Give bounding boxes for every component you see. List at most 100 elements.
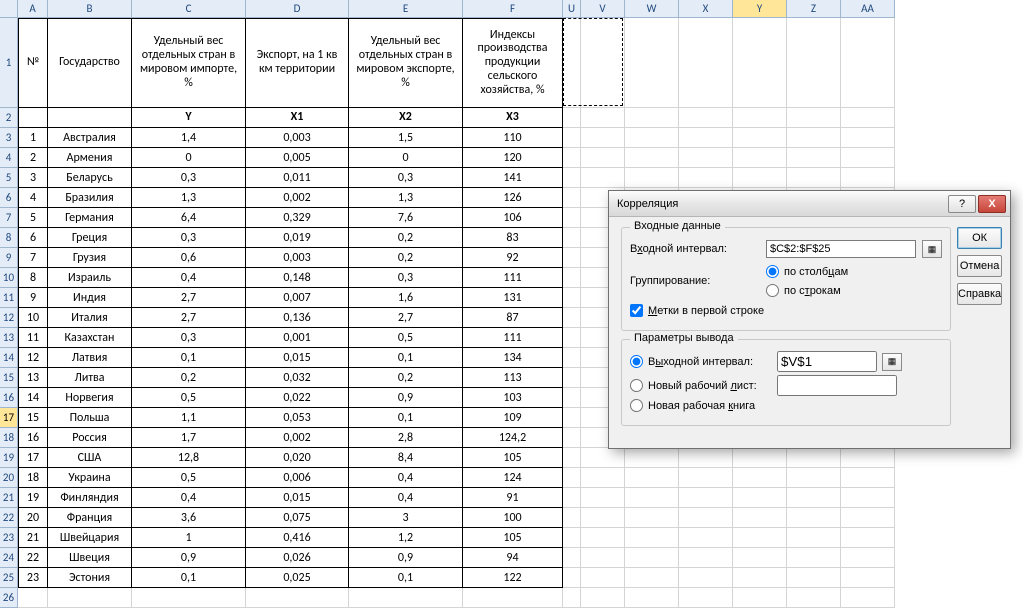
dialog-titlebar[interactable]: Корреляция ? X	[609, 191, 1010, 217]
cell-F5[interactable]: 141	[463, 168, 563, 188]
output-range-radio[interactable]: Выходной интервал: ▦	[630, 351, 942, 372]
cell-V21[interactable]	[581, 488, 625, 508]
cell-A18[interactable]: 16	[18, 428, 48, 448]
cell-AA2[interactable]	[841, 108, 895, 128]
row-header-26[interactable]: 26	[0, 588, 18, 608]
cell-A16[interactable]: 14	[18, 388, 48, 408]
cell-V26[interactable]	[581, 588, 625, 608]
cell-V25[interactable]	[581, 568, 625, 588]
cell-B7[interactable]: Германия	[48, 208, 132, 228]
cell-B8[interactable]: Греция	[48, 228, 132, 248]
new-book-radio[interactable]: Новая рабочая книга	[630, 399, 942, 412]
cell-Z20[interactable]	[787, 468, 841, 488]
var-C[interactable]: Y	[132, 108, 246, 128]
cell-W3[interactable]	[625, 128, 679, 148]
row-header-8[interactable]: 8	[0, 228, 18, 248]
col-header-D[interactable]: D	[246, 0, 349, 17]
cell-C6[interactable]: 1,3	[132, 188, 246, 208]
cell-W26[interactable]	[625, 588, 679, 608]
cell-B10[interactable]: Израиль	[48, 268, 132, 288]
cell-X26[interactable]	[679, 588, 733, 608]
cell-Y19[interactable]	[733, 448, 787, 468]
cell-AA23[interactable]	[841, 528, 895, 548]
cell-X20[interactable]	[679, 468, 733, 488]
row-header-23[interactable]: 23	[0, 528, 18, 548]
row-header-19[interactable]: 19	[0, 448, 18, 468]
cell-V1[interactable]	[581, 18, 625, 108]
cell-C4[interactable]: 0	[132, 148, 246, 168]
cell-X3[interactable]	[679, 128, 733, 148]
row-header-3[interactable]: 3	[0, 128, 18, 148]
cell-X19[interactable]	[679, 448, 733, 468]
cell-F14[interactable]: 134	[463, 348, 563, 368]
cell-F24[interactable]: 94	[463, 548, 563, 568]
cell-AA1[interactable]	[841, 18, 895, 108]
cell-E20[interactable]: 0,4	[349, 468, 463, 488]
cell-W24[interactable]	[625, 548, 679, 568]
cell-E24[interactable]: 0,9	[349, 548, 463, 568]
cell-Y20[interactable]	[733, 468, 787, 488]
header-C[interactable]: Удельный вес отдельных стран в мировом и…	[132, 18, 246, 108]
cell-A4[interactable]: 2	[18, 148, 48, 168]
cell-D19[interactable]: 0,020	[246, 448, 349, 468]
cell-E23[interactable]: 1,2	[349, 528, 463, 548]
cell-W25[interactable]	[625, 568, 679, 588]
cell-B16[interactable]: Норвегия	[48, 388, 132, 408]
cell-B14[interactable]: Латвия	[48, 348, 132, 368]
cell-E10[interactable]: 0,3	[349, 268, 463, 288]
cell-U1[interactable]	[563, 18, 581, 108]
cell-X22[interactable]	[679, 508, 733, 528]
cell-B3[interactable]: Австралия	[48, 128, 132, 148]
cell-C3[interactable]: 1,4	[132, 128, 246, 148]
cell-X21[interactable]	[679, 488, 733, 508]
cell-D25[interactable]: 0,025	[246, 568, 349, 588]
cell-V19[interactable]	[581, 448, 625, 468]
col-header-X[interactable]: X	[679, 0, 733, 17]
cell-C5[interactable]: 0,3	[132, 168, 246, 188]
cell-E16[interactable]: 0,9	[349, 388, 463, 408]
col-header-A[interactable]: A	[18, 0, 48, 17]
col-header-W[interactable]: W	[625, 0, 679, 17]
cell-D11[interactable]: 0,007	[246, 288, 349, 308]
ok-button[interactable]: ОК	[957, 227, 1002, 249]
row-header-7[interactable]: 7	[0, 208, 18, 228]
cell-U12[interactable]	[563, 308, 581, 328]
cell-F17[interactable]: 109	[463, 408, 563, 428]
cell-F16[interactable]: 103	[463, 388, 563, 408]
row-header-15[interactable]: 15	[0, 368, 18, 388]
col-header-Y[interactable]: Y	[733, 0, 787, 17]
cell-V4[interactable]	[581, 148, 625, 168]
cell-F11[interactable]: 131	[463, 288, 563, 308]
cell-A14[interactable]: 12	[18, 348, 48, 368]
cell-F8[interactable]: 83	[463, 228, 563, 248]
cell-Y22[interactable]	[733, 508, 787, 528]
cell-F26[interactable]	[463, 588, 563, 608]
cell-AA26[interactable]	[841, 588, 895, 608]
col-header-V[interactable]: V	[581, 0, 625, 17]
cell-Y26[interactable]	[733, 588, 787, 608]
cell-W23[interactable]	[625, 528, 679, 548]
cell-Z25[interactable]	[787, 568, 841, 588]
cell-B24[interactable]: Швеция	[48, 548, 132, 568]
cell-D3[interactable]: 0,003	[246, 128, 349, 148]
cell-X1[interactable]	[679, 18, 733, 108]
cell-Z2[interactable]	[787, 108, 841, 128]
cell-B23[interactable]: Швейцария	[48, 528, 132, 548]
cell-W21[interactable]	[625, 488, 679, 508]
cell-C26[interactable]	[132, 588, 246, 608]
cell-E26[interactable]	[349, 588, 463, 608]
cell-C22[interactable]: 3,6	[132, 508, 246, 528]
cell-E17[interactable]: 0,1	[349, 408, 463, 428]
grouping-rows-input[interactable]	[766, 284, 779, 297]
cell-U4[interactable]	[563, 148, 581, 168]
new-sheet-field[interactable]	[777, 375, 897, 396]
cell-E9[interactable]: 0,2	[349, 248, 463, 268]
cell-B18[interactable]: Россия	[48, 428, 132, 448]
cell-AA24[interactable]	[841, 548, 895, 568]
cell-Y23[interactable]	[733, 528, 787, 548]
cell-AA22[interactable]	[841, 508, 895, 528]
grouping-rows-radio[interactable]: по строкам	[766, 284, 848, 297]
cell-F12[interactable]: 87	[463, 308, 563, 328]
cell-F19[interactable]: 105	[463, 448, 563, 468]
cell-U6[interactable]	[563, 188, 581, 208]
